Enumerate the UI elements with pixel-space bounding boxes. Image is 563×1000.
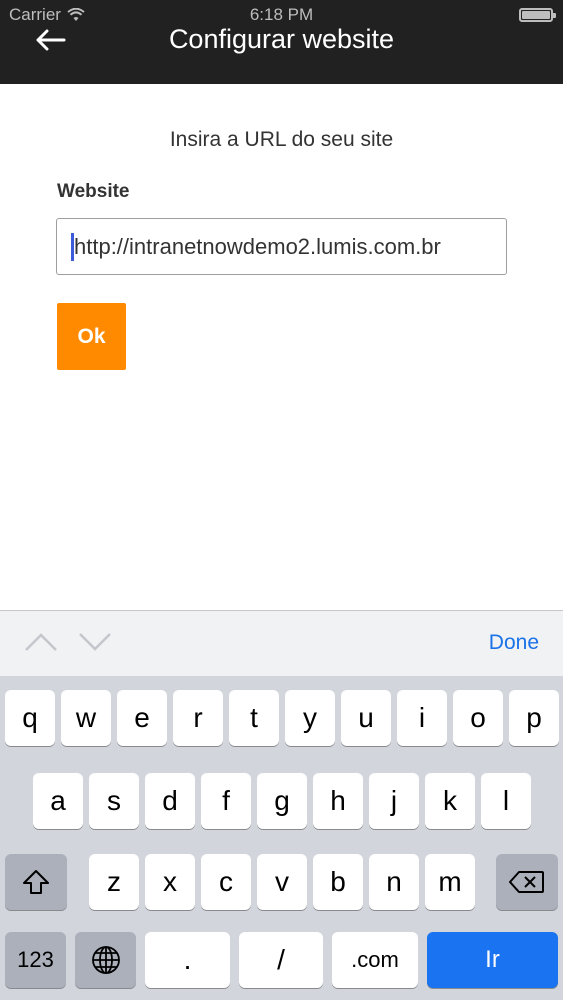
key-f[interactable]: f <box>201 773 251 829</box>
key-o[interactable]: o <box>453 690 503 746</box>
key-x[interactable]: x <box>145 854 195 910</box>
dotcom-key[interactable]: .com <box>332 932 418 988</box>
status-time: 6:18 PM <box>249 5 314 24</box>
delete-key[interactable] <box>496 854 558 910</box>
key-l[interactable]: l <box>481 773 531 829</box>
key-u[interactable]: u <box>341 690 391 746</box>
battery-icon <box>519 8 556 22</box>
key-m[interactable]: m <box>425 854 475 910</box>
key-e[interactable]: e <box>117 690 167 746</box>
shift-icon <box>23 870 49 894</box>
key-h[interactable]: h <box>313 773 363 829</box>
key-t[interactable]: t <box>229 690 279 746</box>
url-prompt: Insira a URL do seu site <box>169 128 394 151</box>
key-z[interactable]: z <box>89 854 139 910</box>
key-s[interactable]: s <box>89 773 139 829</box>
key-q[interactable]: q <box>5 690 55 746</box>
key-r[interactable]: r <box>173 690 223 746</box>
key-v[interactable]: v <box>257 854 307 910</box>
backspace-icon <box>509 871 544 893</box>
globe-icon <box>91 946 120 974</box>
slash-key[interactable]: / <box>239 932 323 988</box>
key-y[interactable]: y <box>285 690 335 746</box>
website-url-input[interactable]: http://intranetnowdemo2.lumis.com.br <box>56 218 507 275</box>
app-header: Carrier 6:18 PM Configurar website <box>0 0 563 84</box>
key-c[interactable]: c <box>201 854 251 910</box>
numbers-key[interactable]: 123 <box>5 932 66 988</box>
key-k[interactable]: k <box>425 773 475 829</box>
keyboard: q w e r t y u i o p a s d f g h j k l z … <box>0 676 563 1000</box>
key-a[interactable]: a <box>33 773 83 829</box>
page-title: Configurar website <box>168 24 395 54</box>
website-url-value: http://intranetnowdemo2.lumis.com.br <box>74 233 441 259</box>
key-j[interactable]: j <box>369 773 419 829</box>
key-d[interactable]: d <box>145 773 195 829</box>
ok-button[interactable]: Ok <box>57 303 126 370</box>
key-p[interactable]: p <box>509 690 559 746</box>
key-n[interactable]: n <box>369 854 419 910</box>
key-w[interactable]: w <box>61 690 111 746</box>
go-key[interactable]: Ir <box>427 932 558 988</box>
website-label: Website <box>57 181 130 202</box>
key-g[interactable]: g <box>257 773 307 829</box>
keyboard-accessory-bar: Done <box>0 610 563 676</box>
key-i[interactable]: i <box>397 690 447 746</box>
chevron-up-icon[interactable] <box>24 631 58 653</box>
key-b[interactable]: b <box>313 854 363 910</box>
globe-key[interactable] <box>75 932 136 988</box>
chevron-down-icon[interactable] <box>78 631 112 653</box>
shift-key[interactable] <box>5 854 67 910</box>
done-button[interactable]: Done <box>489 631 539 655</box>
dot-key[interactable]: . <box>145 932 230 988</box>
